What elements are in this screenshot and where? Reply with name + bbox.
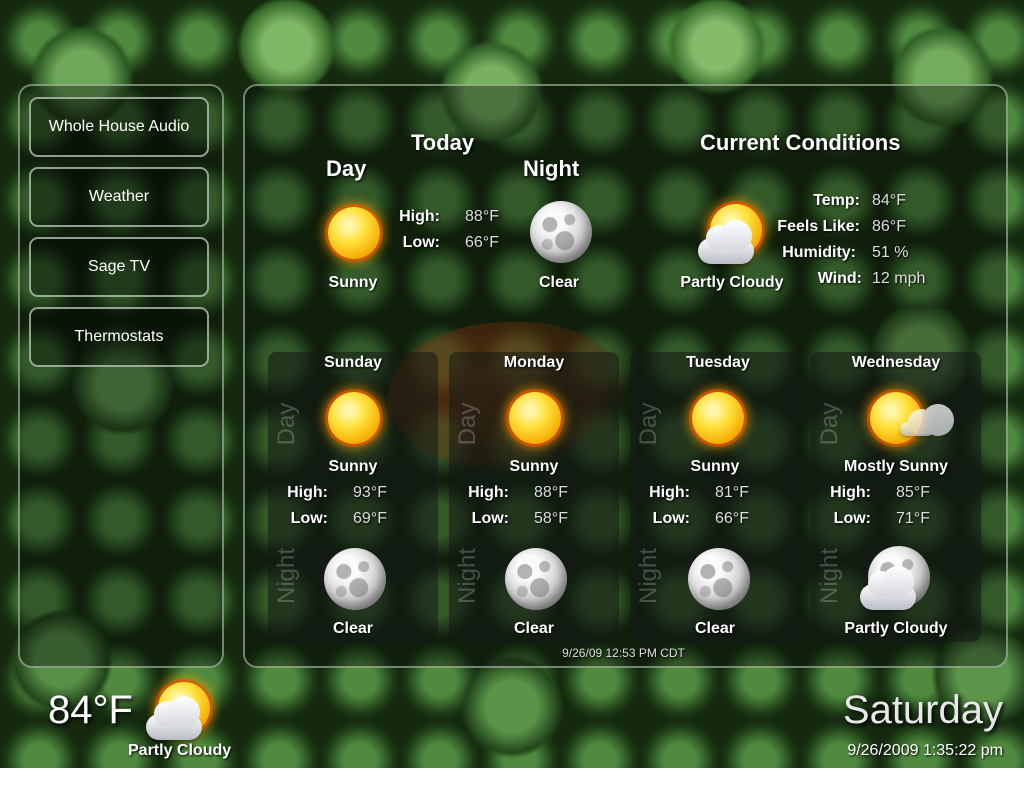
forecast-low-value: 58°F: [534, 510, 568, 527]
forecast-day-side-label: Day: [635, 402, 662, 446]
forecast-day-condition: Sunny: [328, 458, 378, 475]
forecast-high-value: 88°F: [534, 484, 568, 501]
bottom-blank-strip: [0, 768, 1024, 800]
today-high-value: 88°F: [465, 208, 499, 225]
forecast-day-name: Tuesday: [686, 354, 750, 371]
forecast-night-condition: Clear: [332, 620, 374, 637]
forecast-moon-icon: [324, 548, 386, 610]
forecast-sun-icon: [692, 392, 744, 444]
forecast-night-side-label: Night: [454, 547, 481, 605]
current-wind-value: 12 mph: [872, 270, 926, 287]
forecast-moon-icon: [688, 548, 750, 610]
forecast-high-value: 81°F: [715, 484, 749, 501]
forecast-day-name: Wednesday: [851, 354, 941, 371]
forecast-sun-icon: [509, 392, 561, 444]
forecast-mostly-sunny-icon: [862, 386, 954, 450]
forecast-low-label: Low:: [471, 510, 509, 527]
forecast-low-value: 66°F: [715, 510, 749, 527]
forecast-day-condition: Sunny: [690, 458, 740, 475]
forecast-low-value: 69°F: [353, 510, 387, 527]
today-low-value: 66°F: [465, 234, 499, 251]
forecast-night-condition: Clear: [694, 620, 736, 637]
today-day-condition: Sunny: [328, 274, 378, 291]
forecast-day-condition: Sunny: [509, 458, 559, 475]
nav-panel: Whole House Audio Weather Sage TV Thermo…: [18, 84, 224, 668]
forecast-partly-cloudy-night-icon: [858, 546, 938, 614]
current-wind-label: Wind:: [817, 270, 862, 287]
current-temp-value: 84°F: [872, 192, 906, 209]
forecast-day-side-label: Day: [816, 402, 843, 446]
today-night-label: Night: [523, 156, 580, 181]
footer-condition: Partly Cloudy: [128, 742, 232, 759]
forecast-low-label: Low:: [290, 510, 328, 527]
today-sun-icon: [328, 207, 380, 259]
forecast-moon-icon: [505, 548, 567, 610]
forecast-day-side-label: Day: [454, 402, 481, 446]
forecast-high-value: 93°F: [353, 484, 387, 501]
forecast-low-label: Low:: [833, 510, 871, 527]
today-low-label: Low:: [402, 234, 440, 251]
forecast-high-label: High:: [649, 484, 690, 501]
nav-thermostats-button[interactable]: Thermostats: [29, 307, 209, 367]
footer-temperature: 84°F: [48, 688, 133, 732]
nav-whole-house-audio-button[interactable]: Whole House Audio: [29, 97, 209, 157]
forecast-day-name: Sunday: [324, 354, 382, 371]
forecast-low-value: 71°F: [896, 510, 930, 527]
today-moon-icon: [530, 201, 592, 263]
forecast-high-label: High:: [287, 484, 328, 501]
forecast-night-condition: Partly Cloudy: [844, 620, 948, 637]
current-conditions-title: Current Conditions: [700, 130, 901, 155]
today-night-condition: Clear: [538, 274, 580, 291]
today-day-label: Day: [326, 156, 367, 181]
forecast-night-side-label: Night: [273, 547, 300, 605]
forecast-day-condition: Mostly Sunny: [843, 458, 948, 475]
current-humidity-value: 51 %: [872, 244, 909, 261]
forecast-low-label: Low:: [652, 510, 690, 527]
forecast-sun-icon: [328, 392, 380, 444]
footer-datetime: 9/26/2009 1:35:22 pm: [847, 742, 1003, 759]
nav-sage-tv-button[interactable]: Sage TV: [29, 237, 209, 297]
forecast-high-label: High:: [468, 484, 509, 501]
current-temp-label: Temp:: [813, 192, 860, 209]
current-humidity-label: Humidity:: [782, 244, 856, 261]
footer-weekday: Saturday: [842, 688, 1003, 732]
today-high-label: High:: [399, 208, 440, 225]
forecast-high-value: 85°F: [896, 484, 930, 501]
current-feels-value: 86°F: [872, 218, 906, 235]
footer-partly-cloudy-icon: [144, 676, 216, 742]
forecast-night-side-label: Night: [635, 547, 662, 605]
forecast-night-condition: Clear: [513, 620, 555, 637]
current-feels-label: Feels Like:: [777, 218, 860, 235]
today-title: Today: [411, 130, 475, 155]
forecast-night-side-label: Night: [816, 547, 843, 605]
forecast-day-name: Monday: [503, 354, 565, 371]
forecast-day-side-label: Day: [273, 402, 300, 446]
last-updated-timestamp: 9/26/09 12:53 PM CDT: [562, 646, 685, 660]
forecast-high-label: High:: [830, 484, 871, 501]
nav-weather-button[interactable]: Weather: [29, 167, 209, 227]
